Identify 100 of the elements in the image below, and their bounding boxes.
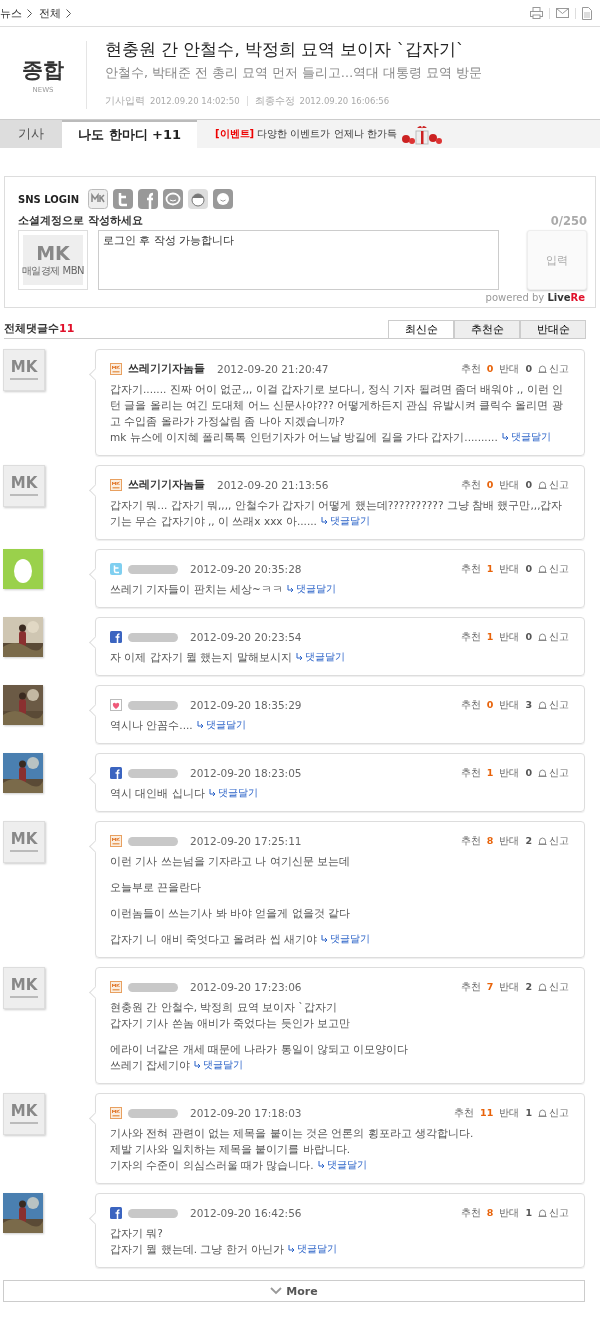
mk-source-icon xyxy=(110,479,122,491)
reply-link[interactable]: 댓글달기 xyxy=(286,581,336,597)
recommend-count[interactable]: 추천 8 xyxy=(460,834,494,848)
comment-time: 2012-09-20 21:13:56 xyxy=(217,479,329,491)
face-login-icon[interactable] xyxy=(188,189,209,209)
reply-link[interactable]: 댓글달기 xyxy=(295,649,345,665)
report-link[interactable]: 신고 xyxy=(549,834,569,848)
alert-icon xyxy=(538,1108,547,1118)
event-tag[interactable]: [이벤트] xyxy=(215,127,255,141)
sort-tab[interactable]: 반대순 xyxy=(520,320,586,338)
sort-tab[interactable]: 추천순 xyxy=(454,320,520,338)
report-link[interactable]: 신고 xyxy=(549,698,569,712)
report-link[interactable]: 신고 xyxy=(549,562,569,576)
reply-link[interactable]: 댓글달기 xyxy=(288,1241,338,1257)
report-link[interactable]: 신고 xyxy=(549,478,569,492)
facebook-login-icon[interactable] xyxy=(138,189,159,209)
report-link[interactable]: 신고 xyxy=(549,362,569,376)
egg-avatar xyxy=(3,549,43,589)
reply-link[interactable]: 댓글달기 xyxy=(501,429,551,445)
powered-by-text: powered by LiveRe xyxy=(485,292,585,303)
sns-login-label: SNS LOGIN xyxy=(18,193,80,205)
comment-text: 이런 기사 쓰는넘을 기자라고 나 여기신문 보는데 xyxy=(110,854,352,869)
mk-source-icon xyxy=(110,835,122,847)
recommend-count[interactable]: 추천 11 xyxy=(454,1106,494,1120)
reply-link[interactable]: 댓글달기 xyxy=(320,513,370,529)
comment-time: 2012-09-20 20:23:54 xyxy=(190,631,302,643)
alert-icon xyxy=(538,480,547,490)
reply-arrow-icon xyxy=(288,1245,296,1253)
reply-link[interactable]: 댓글달기 xyxy=(317,1157,367,1173)
report-link[interactable]: 신고 xyxy=(549,980,569,994)
reply-arrow-icon xyxy=(295,653,303,661)
report-link[interactable]: 신고 xyxy=(549,630,569,644)
recommend-count[interactable]: 추천 1 xyxy=(460,562,494,576)
comment-author: 쓰레기기자놈들 xyxy=(128,362,205,376)
oppose-count[interactable]: 반대 3 xyxy=(499,698,532,712)
mk-avatar: MK xyxy=(3,821,45,863)
section-label: 종합 xyxy=(22,57,64,84)
mk-login-icon[interactable] xyxy=(88,189,109,209)
chat-login-icon[interactable] xyxy=(163,189,184,209)
oppose-count[interactable]: 반대 1 xyxy=(499,1106,532,1120)
reply-link[interactable]: 댓글달기 xyxy=(208,785,258,801)
breadcrumb-link[interactable]: 뉴스 xyxy=(0,5,22,21)
reply-link[interactable]: 댓글달기 xyxy=(194,1057,244,1073)
tab[interactable]: 기사 xyxy=(0,120,62,148)
comment-text: 쓰레기 기자들이 판치는 세상~ㅋㅋ 댓글달기 xyxy=(110,581,337,597)
oppose-count[interactable]: 반대 0 xyxy=(499,362,532,376)
comment-time: 2012-09-20 16:42:56 xyxy=(190,1207,302,1219)
tab[interactable]: 나도 한마디 +11 xyxy=(62,120,198,148)
comment-count: 전체댓글수11 xyxy=(4,321,75,337)
recommend-count[interactable]: 추천 8 xyxy=(460,1206,494,1220)
reply-link[interactable]: 댓글달기 xyxy=(196,717,246,733)
bird-login-icon[interactable] xyxy=(113,189,134,209)
recommend-count[interactable]: 추천 1 xyxy=(460,630,494,644)
comment-text: 에라이 너같은 개세 때문에 나라가 통일이 않되고 이모양이다 쓰레기 잡세기야 댓글달기 xyxy=(110,1042,410,1073)
recommend-count[interactable]: 추천 7 xyxy=(460,980,494,994)
smiley-login-icon[interactable] xyxy=(213,189,234,209)
reply-arrow-icon xyxy=(317,1161,325,1169)
more-button[interactable]: More xyxy=(3,1280,585,1302)
twitter-source-icon xyxy=(110,563,122,575)
article-subtitle: 안철수, 박태준 전 총리 묘역 먼저 들리고…역대 대통령 묘역 방문 xyxy=(105,65,483,82)
reply-arrow-icon xyxy=(208,789,216,797)
heart-source-icon xyxy=(110,699,122,711)
alert-icon xyxy=(538,1208,547,1218)
oppose-count[interactable]: 반대 2 xyxy=(499,834,532,848)
oppose-count[interactable]: 반대 0 xyxy=(499,562,532,576)
report-link[interactable]: 신고 xyxy=(549,1106,569,1120)
comment-text: 갑자기....... 진짜 어이 없군,,, 이걸 갑자기로 보다니, 정식 기자 될려면 좀더 배워야 ,, 이런 인턴 글을 올리는 여긴 도대체 어느 신문사야??? 어떻게하든지 관심 유발시켜 클릭수 올리면 광고 수입좀 올라가 가정살림 좀 나아 지겠습니까? mk 뉴스에 이지혜 폴리톡톡 인턴기자가 어느날 방길에 길을 가다 갑자기.......... 댓글달기 xyxy=(110,382,565,445)
document-icon[interactable] xyxy=(582,6,592,20)
reply-arrow-icon xyxy=(196,721,204,729)
blurred-author xyxy=(128,564,178,574)
reply-arrow-icon xyxy=(501,433,509,441)
comment-text: 갑자기 뭐... 갑자기 뭐,,,, 안철수가 갑자기 어떻게 했는데?????????? 그냥 참배 했구만,,,갑자기는 무슨 갑자기야 ,, 이 쓰래x xxx 아...... 댓글달기 xyxy=(110,498,564,529)
oppose-count[interactable]: 반대 2 xyxy=(499,980,532,994)
recommend-count[interactable]: 추천 0 xyxy=(460,362,494,376)
comment-text: 오늘부로 끈을란다 xyxy=(110,880,203,895)
oppose-count[interactable]: 반대 0 xyxy=(499,630,532,644)
report-link[interactable]: 신고 xyxy=(549,1206,569,1220)
breadcrumb-link[interactable]: 전체 xyxy=(39,5,61,21)
mk-logo: MK 매일경제 MBN xyxy=(18,230,88,290)
comment-text: 역시나 안꼼수.... 댓글달기 xyxy=(110,717,247,733)
oppose-count[interactable]: 반대 0 xyxy=(499,766,532,780)
sort-tab[interactable]: 최신순 xyxy=(388,320,454,338)
recommend-count[interactable]: 추천 0 xyxy=(460,478,494,492)
event-text[interactable]: 다양한 이벤트가 언제나 한가득 xyxy=(257,127,397,141)
oppose-count[interactable]: 반대 0 xyxy=(499,478,532,492)
chevron-icon xyxy=(27,8,32,18)
blurred-author xyxy=(128,982,178,992)
comment-input[interactable]: 로그인 후 작성 가능합니다 xyxy=(98,230,499,290)
comment-text: 현충원 간 안철수, 박정희 묘역 보이자 `갑자기 갑자기 기사 쓴놈 애비가 죽었다는 듯인가 보고만 xyxy=(110,1000,352,1031)
print-icon[interactable] xyxy=(530,7,543,19)
mk-avatar: MK xyxy=(3,465,45,507)
recommend-count[interactable]: 추천 0 xyxy=(460,698,494,712)
reply-link[interactable]: 댓글달기 xyxy=(321,931,371,947)
oppose-count[interactable]: 반대 1 xyxy=(499,1206,532,1220)
meta-date: 2012.09.20 14:02:50 xyxy=(150,96,240,106)
mail-icon[interactable] xyxy=(556,8,569,18)
report-link[interactable]: 신고 xyxy=(549,766,569,780)
blurred-author xyxy=(128,1208,178,1218)
chevron-down-icon xyxy=(270,1287,283,1295)
recommend-count[interactable]: 추천 1 xyxy=(460,766,494,780)
